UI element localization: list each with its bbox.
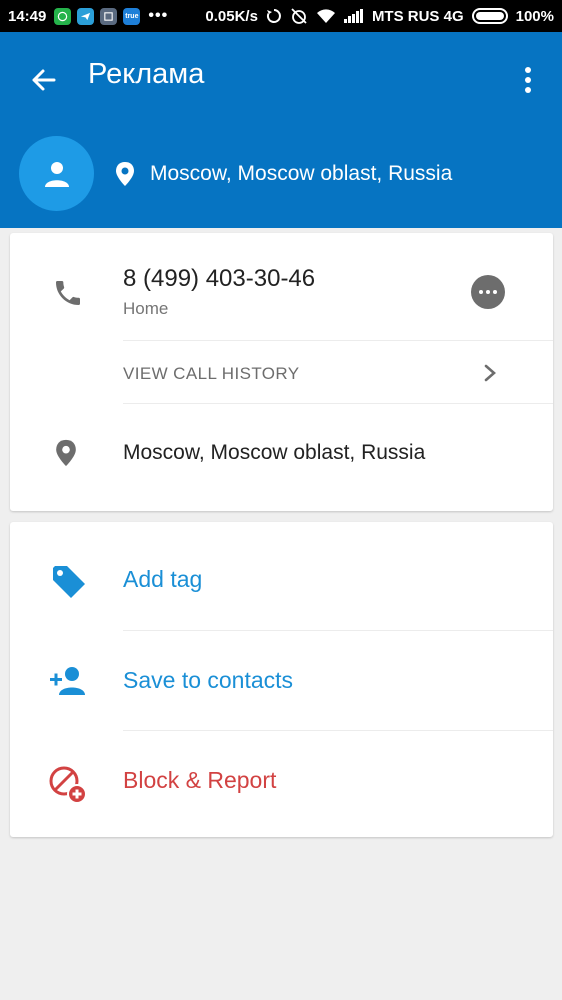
address-text[interactable]: Moscow, Moscow oblast, Russia [123,441,425,465]
block-report-label[interactable]: Block & Report [123,767,276,794]
block-report-icon [49,766,87,804]
message-dot [486,290,490,294]
save-to-contacts-label[interactable]: Save to contacts [123,667,293,694]
sync-icon [266,8,282,24]
divider [123,403,553,404]
more-options-button[interactable] [518,60,538,100]
phone-number[interactable]: 8 (499) 403-30-46 [123,265,315,293]
person-icon [44,161,69,187]
message-button[interactable] [471,275,505,309]
message-dot [479,290,483,294]
status-time: 14:49 [8,7,47,25]
back-button[interactable] [24,60,64,100]
status-bar: 14:49 true ••• 0.05K/s MTS RUS 4G 100% [0,0,562,32]
tag-icon [53,566,85,598]
add-tag-label[interactable]: Add tag [123,566,202,593]
phone-icon [56,281,80,305]
battery-icon [471,8,508,24]
message-dot [493,290,497,294]
chevron-right-icon[interactable] [480,361,500,385]
location-pin-icon [56,439,76,467]
person-add-icon [50,667,85,695]
carrier-name: MTS RUS 4G [371,7,464,25]
app-bar: Реклама Moscow, Moscow oblast, Russia [0,32,562,228]
phone-type-label: Home [123,299,169,318]
net-speed: 0.05K/s [205,7,258,25]
avatar [19,136,94,211]
signal-icon [343,9,364,23]
bank-app-icon [100,7,118,25]
alarm-off-icon [290,7,308,25]
view-call-history-link[interactable]: VIEW CALL HISTORY [123,364,300,384]
page-title: Реклама [88,58,205,90]
divider [123,340,553,341]
more-notifications-icon: ••• [148,7,169,24]
wifi-icon [316,8,336,24]
actions-card: Add tag Save to contacts Block & Report [10,522,553,837]
divider [123,730,553,731]
header-location: Moscow, Moscow oblast, Russia [150,162,453,185]
whatsapp-icon [54,7,72,25]
arrow-back-icon [32,69,56,91]
divider [123,630,553,631]
location-pin-icon [116,162,134,186]
battery-level: 100% [515,7,554,25]
telegram-icon [77,7,95,25]
contact-details-card: 8 (499) 403-30-46 Home VIEW CALL HISTORY… [10,233,553,511]
more-vert-icon [525,67,531,93]
truecaller-icon: true [123,7,141,25]
